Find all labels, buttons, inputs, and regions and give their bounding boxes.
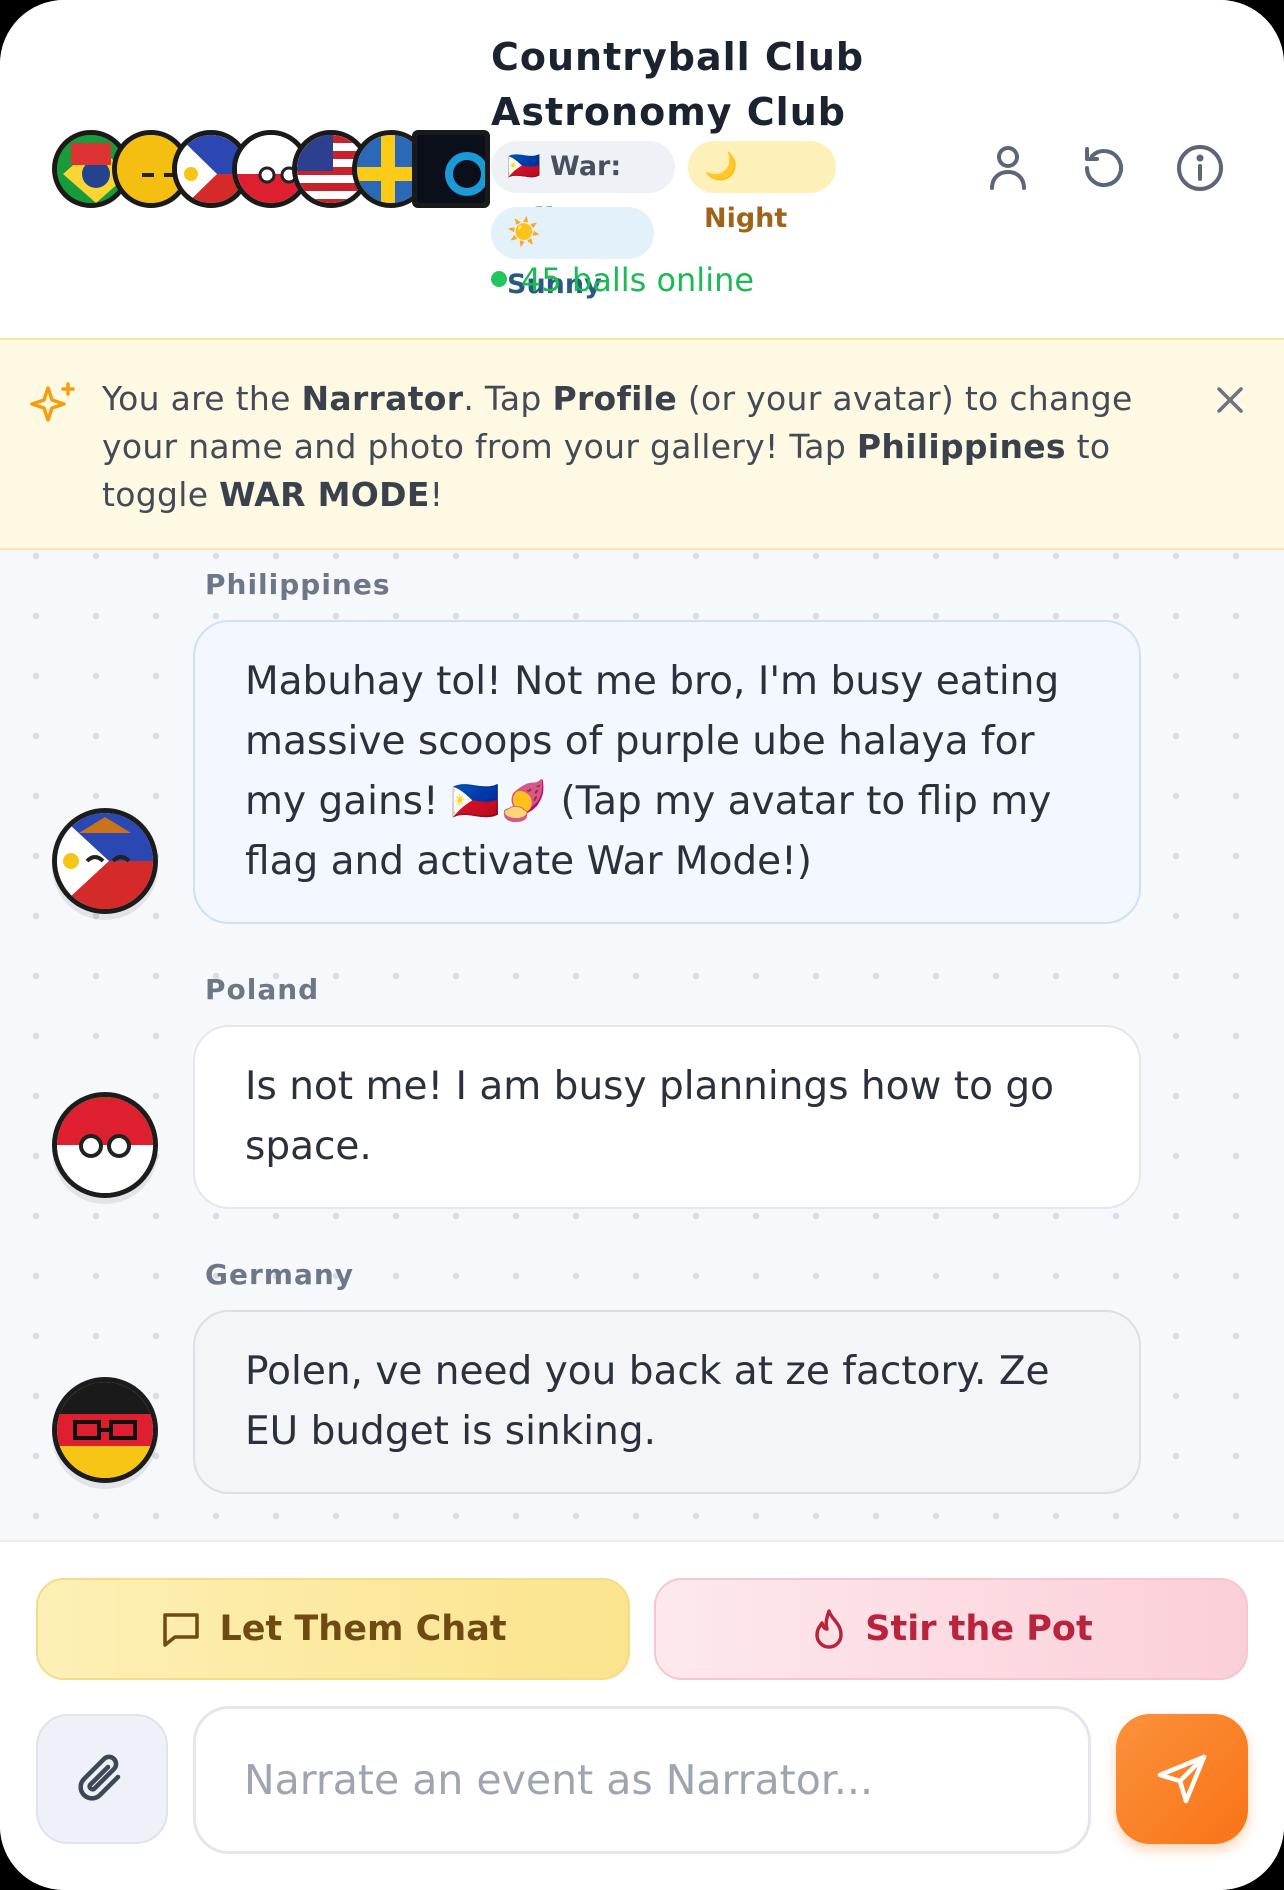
user-icon — [990, 146, 1026, 190]
reset-button[interactable] — [1076, 140, 1132, 196]
narrator-tip-text: You are the Narrator. Tap Profile (or yo… — [102, 375, 1202, 519]
tip-text-2: . Tap — [463, 379, 553, 418]
narrator-tip-banner: You are the Narrator. Tap Profile (or yo… — [0, 338, 1284, 550]
club-title-line1: Countryball Club — [491, 35, 865, 79]
online-count: 45 balls online — [521, 261, 755, 299]
message-bubble: Polen, ve need you back at ze factory. Z… — [193, 1310, 1141, 1494]
message-square-icon — [163, 1613, 200, 1647]
germany-avatar[interactable] — [52, 1377, 158, 1483]
attach-button[interactable] — [36, 1714, 168, 1844]
poland-avatar[interactable] — [52, 1092, 158, 1198]
tip-narrator: Narrator — [301, 379, 464, 418]
time-of-day-chip[interactable]: 🌙 Night — [688, 141, 836, 234]
let-them-chat-button[interactable]: Let Them Chat — [36, 1578, 630, 1680]
narrate-input[interactable] — [193, 1706, 1091, 1854]
info-icon — [1177, 145, 1223, 191]
tip-war-mode: WAR MODE — [219, 475, 430, 514]
message-sender: Philippines — [205, 568, 391, 601]
club-title: Countryball Club Astronomy Club — [491, 30, 864, 140]
philippines-avatar[interactable] — [52, 808, 158, 914]
online-status: 45 balls online — [491, 258, 754, 302]
stir-the-pot-button[interactable]: Stir the Pot — [654, 1578, 1248, 1680]
war-mode-chip[interactable]: 🇵🇭 War: Off — [491, 141, 675, 234]
send-icon — [1157, 1754, 1207, 1804]
tip-text-1: You are the — [102, 379, 302, 418]
close-icon[interactable] — [1210, 380, 1250, 420]
message-bubble: Is not me! I am busy plannings how to go… — [193, 1025, 1141, 1209]
message-sender: Poland — [205, 973, 320, 1006]
chat-header: Countryball Club Astronomy Club 🇵🇭 War: … — [0, 0, 1284, 338]
info-button[interactable] — [1172, 140, 1228, 196]
send-button[interactable] — [1116, 1714, 1248, 1844]
paperclip-icon — [78, 1754, 121, 1801]
message-list[interactable]: Philippines Mabuhay tol! Not me bro, I'm… — [0, 550, 1284, 1540]
weather-chip[interactable]: ☀️ Sunny — [491, 207, 654, 300]
sparkles-icon — [30, 382, 75, 422]
member-avatar-estonia[interactable] — [412, 130, 490, 208]
online-dot-icon — [491, 271, 507, 287]
tip-text-5: ! — [429, 475, 444, 514]
profile-button[interactable] — [980, 140, 1036, 196]
app-frame: Countryball Club Astronomy Club 🇵🇭 War: … — [0, 0, 1284, 1890]
message-sender: Germany — [205, 1258, 355, 1291]
tip-philippines: Philippines — [856, 427, 1066, 466]
message-bubble: Mabuhay tol! Not me bro, I'm busy eating… — [193, 620, 1141, 924]
club-title-line2: Astronomy Club — [491, 90, 846, 134]
refresh-icon — [1085, 147, 1123, 188]
flame-icon — [815, 1609, 844, 1649]
stir-the-pot-label: Stir the Pot — [865, 1609, 1093, 1649]
tip-profile: Profile — [552, 379, 678, 418]
let-them-chat-label: Let Them Chat — [219, 1609, 507, 1649]
